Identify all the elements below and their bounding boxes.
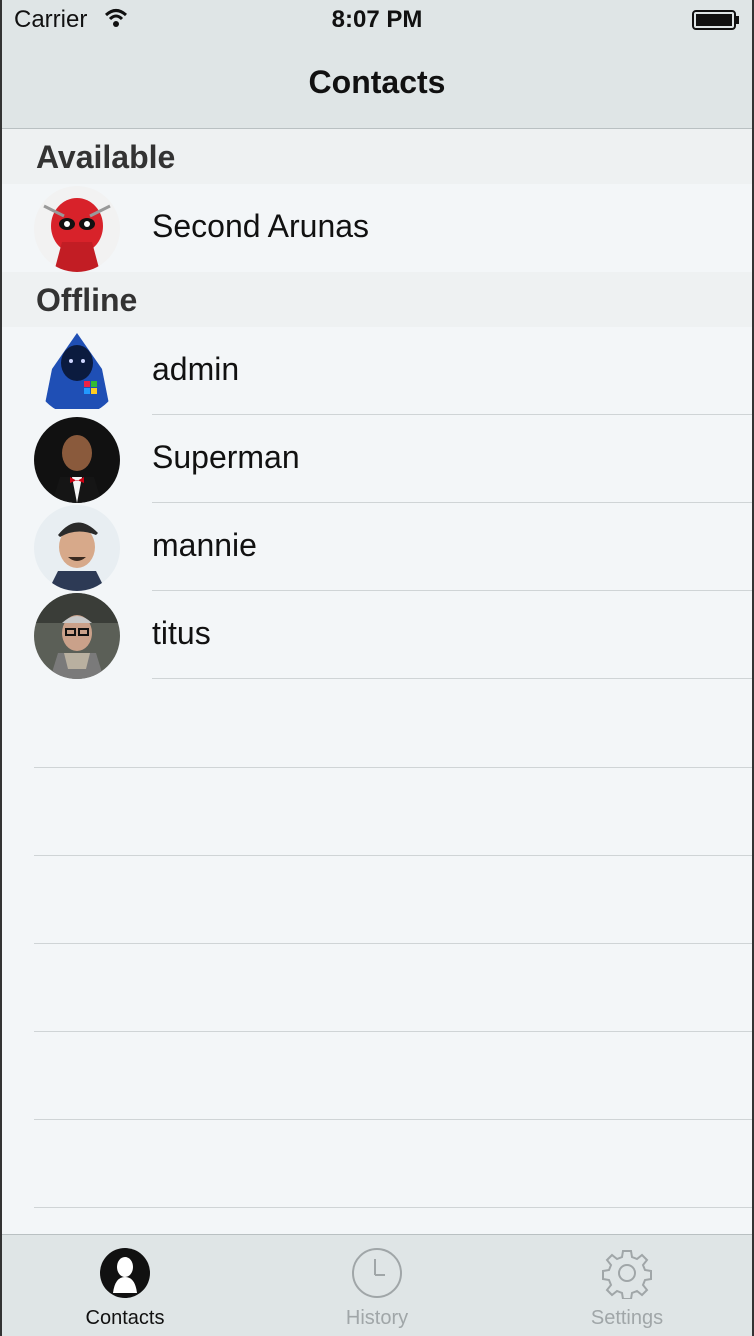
empty-rows [0,680,754,1208]
person-icon [100,1248,150,1298]
tab-settings[interactable]: Settings [502,1235,752,1336]
tab-label: History [345,1307,409,1329]
tab-label: Settings [590,1307,664,1329]
contact-row[interactable]: Second Arunas [0,184,754,272]
deadpool-avatar [34,186,120,272]
contacts-list: Available Second Arunas Offline admin Su… [0,129,754,679]
section-header-offline: Offline [0,272,754,327]
contact-name: mannie [152,527,257,563]
contact-name: admin [152,351,240,387]
hooded-figure-avatar [34,329,120,415]
gear-icon [602,1250,652,1299]
contact-row[interactable]: admin [0,327,754,415]
tab-bar: Contacts History Settings [0,1234,754,1336]
empty-row [0,1032,754,1120]
man-cap-avatar [34,505,120,591]
contact-row[interactable]: Superman [0,415,754,503]
tab-label: Contacts [85,1307,165,1329]
empty-row [0,944,754,1032]
battery-icon [692,10,739,30]
contact-name: titus [152,615,211,651]
section-header-available: Available [0,129,754,184]
empty-row [0,768,754,856]
top-bar: Carrier 8:07 PM Contacts [0,0,754,129]
man-bowtie-avatar [34,417,120,503]
contact-name: Second Arunas [152,208,370,244]
tab-history[interactable]: History [252,1235,502,1336]
contact-row[interactable]: titus [0,591,754,679]
empty-row [0,856,754,944]
man-glasses-avatar [34,593,120,679]
row-divider [152,678,754,679]
empty-row [0,680,754,768]
empty-row [0,1120,754,1208]
clock-icon [352,1248,402,1298]
status-time: 8:07 PM [331,6,423,33]
contact-row[interactable]: mannie [0,503,754,591]
tab-contacts[interactable]: Contacts [0,1235,250,1336]
page-title: Contacts [308,64,446,100]
contact-name: Superman [152,439,300,475]
